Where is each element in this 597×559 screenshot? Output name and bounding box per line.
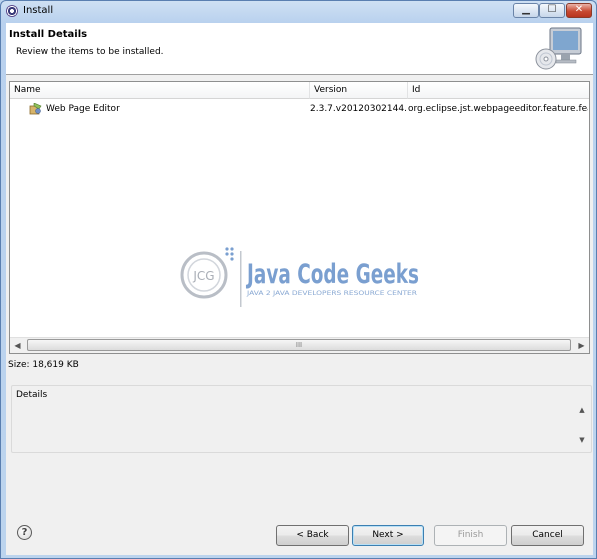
feature-plugin-icon — [29, 103, 42, 115]
install-items-table[interactable]: Name Version Id Web Page Editor 2.3.7.v2… — [9, 81, 590, 354]
scroll-thumb[interactable]: III — [27, 339, 571, 351]
cancel-button[interactable]: Cancel — [511, 525, 584, 546]
wizard-header: Install Details Review the items to be i… — [6, 23, 593, 75]
page-title: Install Details — [9, 29, 88, 40]
minimize-button[interactable]: ▁ — [513, 3, 539, 18]
horizontal-scrollbar[interactable]: ◀ III ▶ — [10, 337, 589, 353]
install-monitor-icon — [535, 27, 582, 70]
page-description: Review the items to be installed. — [16, 47, 164, 57]
item-name: Web Page Editor — [46, 104, 120, 114]
scroll-up-arrow-icon[interactable]: ▲ — [576, 406, 588, 418]
details-vertical-scrollbar[interactable]: ▲ ▼ — [576, 406, 588, 448]
help-button[interactable]: ? — [17, 525, 32, 540]
scroll-left-arrow-icon[interactable]: ◀ — [10, 338, 25, 353]
column-header-name[interactable]: Name — [10, 82, 310, 99]
item-version: 2.3.7.v20120302144... — [310, 104, 406, 114]
maximize-button[interactable]: ☐ — [539, 3, 565, 18]
details-label: Details — [14, 390, 50, 400]
install-size: Size: 18,619 KB — [8, 360, 79, 370]
title-bar[interactable]: Install ▁ ☐ ✕ — [1, 1, 596, 23]
dialog-body: Install Details Review the items to be i… — [6, 23, 593, 555]
finish-button[interactable]: Finish — [434, 525, 507, 546]
eclipse-icon — [6, 5, 18, 17]
scroll-right-arrow-icon[interactable]: ▶ — [574, 338, 589, 353]
scroll-down-arrow-icon[interactable]: ▼ — [576, 436, 588, 448]
column-header-version[interactable]: Version — [310, 82, 408, 99]
install-window: Install ▁ ☐ ✕ Install Details Review the… — [0, 0, 597, 559]
details-group — [11, 385, 592, 453]
column-header-id[interactable]: Id — [408, 82, 589, 99]
window-title: Install — [23, 5, 54, 16]
close-button[interactable]: ✕ — [566, 3, 592, 18]
item-id: org.eclipse.jst.webpageeditor.feature.fe… — [408, 104, 588, 114]
next-button[interactable]: Next > — [352, 525, 424, 546]
back-button[interactable]: < Back — [276, 525, 349, 546]
